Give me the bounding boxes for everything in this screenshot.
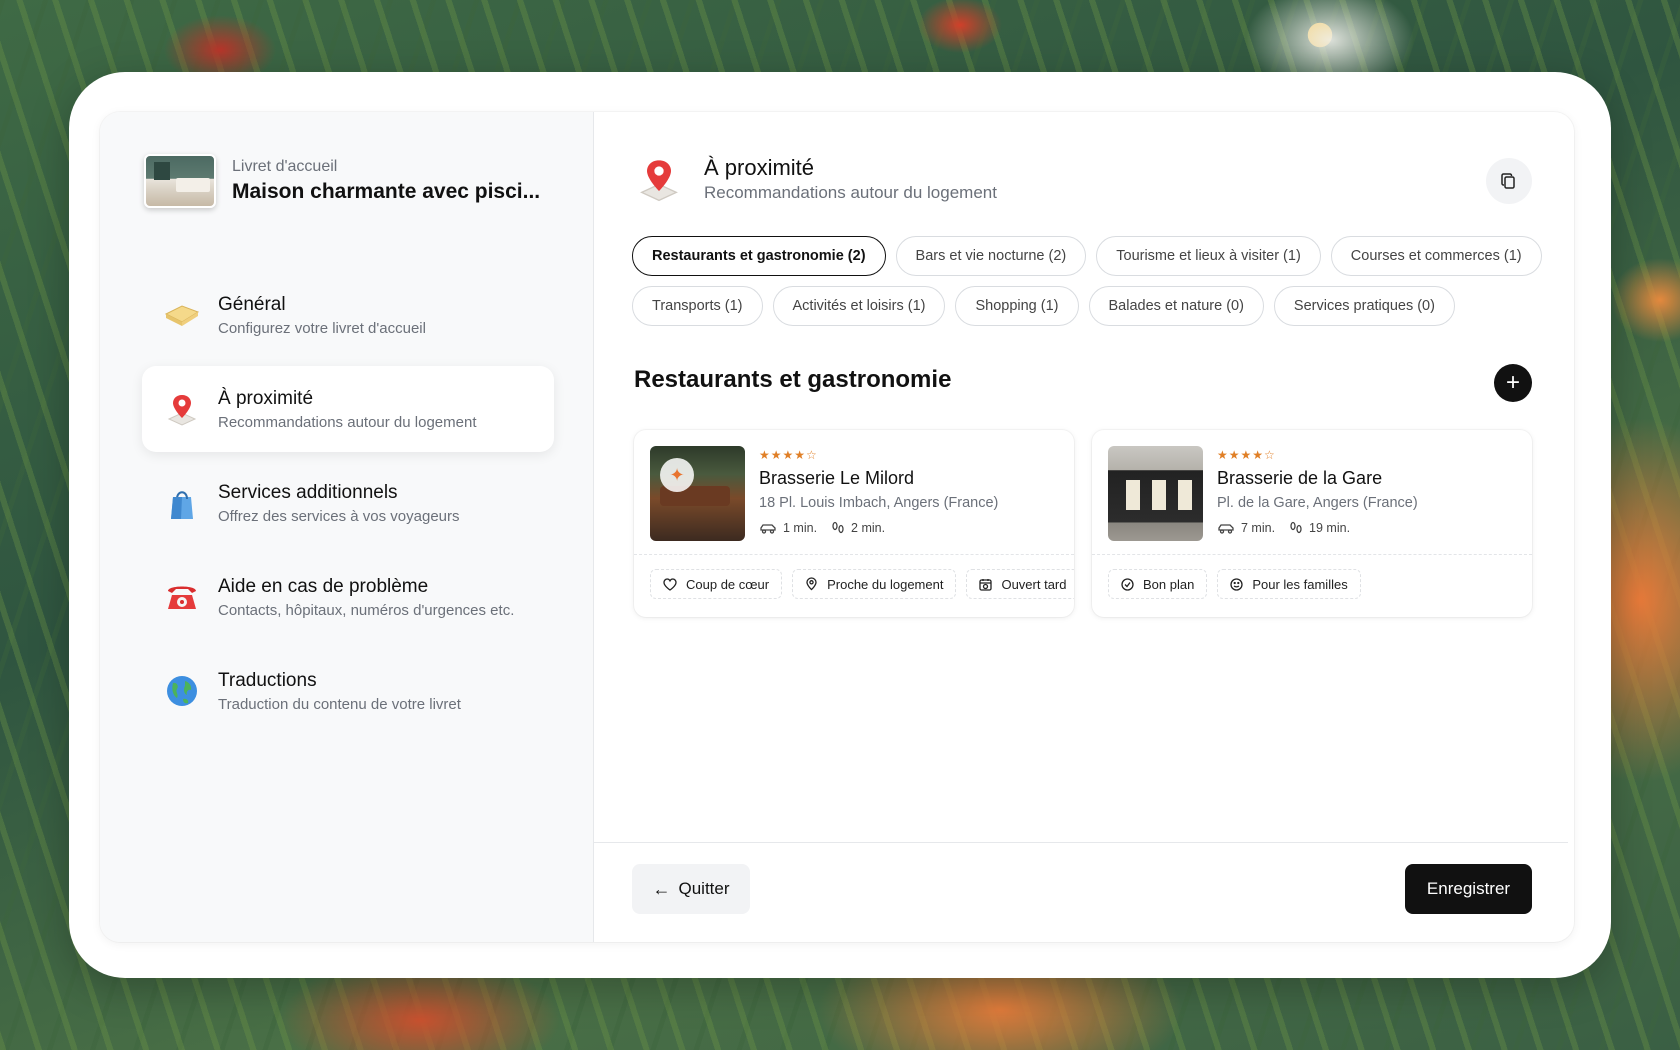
place-address: Pl. de la Gare, Angers (France) xyxy=(1217,495,1418,511)
page-header: À proximité Recommandations autour du lo… xyxy=(634,154,997,204)
sidebar-item-general[interactable]: Général Configurez votre livret d'accuei… xyxy=(142,272,554,358)
quit-label: Quitter xyxy=(678,879,730,898)
booklet-header: Livret d'accueil Maison charmante avec p… xyxy=(144,154,540,208)
sidebar-nav: Général Configurez votre livret d'accuei… xyxy=(142,272,554,742)
sidebar-item-nearby[interactable]: À proximité Recommandations autour du lo… xyxy=(142,366,554,452)
map-pin-icon xyxy=(162,389,202,429)
place-cards: ✦ ★★★★☆ Brasserie Le Milord 18 Pl. Louis… xyxy=(634,430,1532,617)
car-icon xyxy=(1218,524,1234,534)
walk-time: 19 min. xyxy=(1309,521,1351,535)
place-name: Brasserie de la Gare xyxy=(1217,468,1383,488)
sidebar-item-title: À proximité xyxy=(218,387,314,409)
heart-icon xyxy=(663,577,677,591)
footer-divider xyxy=(594,842,1568,843)
main-content: À proximité Recommandations autour du lo… xyxy=(594,112,1574,942)
shopping-bag-icon xyxy=(162,483,202,523)
sidebar-item-subtitle: Traduction du contenu de votre livret xyxy=(218,695,461,713)
car-icon xyxy=(760,524,776,534)
place-tag: Pour les familles xyxy=(1217,569,1361,599)
location-icon xyxy=(806,577,817,591)
category-chip[interactable]: Transports (1) xyxy=(632,286,763,326)
sidebar-item-subtitle: Configurez votre livret d'accueil xyxy=(218,319,426,337)
sidebar-item-subtitle: Contacts, hôpitaux, numéros d'urgences e… xyxy=(218,601,515,619)
copy-icon xyxy=(1501,173,1515,189)
save-button[interactable]: Enregistrer xyxy=(1405,864,1532,914)
category-chip[interactable]: Services pratiques (0) xyxy=(1273,286,1455,326)
place-tag: Proche du logement xyxy=(792,569,957,599)
sparkle-icon: ✦ xyxy=(660,458,694,492)
sidebar-item-subtitle: Offrez des services à vos voyageurs xyxy=(218,507,460,525)
badge-check-icon xyxy=(1121,577,1134,591)
calendar-clock-icon xyxy=(979,578,993,591)
rating-stars: ★★★★☆ xyxy=(1217,448,1276,462)
section-title: Restaurants et gastronomie xyxy=(634,366,952,393)
quit-button[interactable]: ← Quitter xyxy=(632,864,750,914)
plus-icon: + xyxy=(1505,369,1520,396)
place-tag: Bon plan xyxy=(1108,569,1208,599)
place-card[interactable]: ✦ ★★★★☆ Brasserie Le Milord 18 Pl. Louis… xyxy=(634,430,1074,617)
sidebar-item-help[interactable]: Aide en cas de problème Contacts, hôpita… xyxy=(142,554,554,640)
category-chip[interactable]: Tourisme et lieux à visiter (1) xyxy=(1096,236,1321,276)
map-pin-icon xyxy=(634,154,684,204)
car-time: 7 min. xyxy=(1241,521,1276,535)
car-time: 1 min. xyxy=(783,521,818,535)
category-chip[interactable]: Shopping (1) xyxy=(955,286,1079,326)
smile-icon xyxy=(1230,577,1243,591)
walk-time: 2 min. xyxy=(851,521,886,535)
booklet-title: Maison charmante avec pisci... xyxy=(232,180,541,203)
sidebar-item-translations[interactable]: Traductions Traduction du contenu de vot… xyxy=(142,648,554,734)
arrow-left-icon: ← xyxy=(652,878,671,899)
sidebar-item-services[interactable]: Services additionnels Offrez des service… xyxy=(142,460,554,546)
footsteps-icon xyxy=(1290,521,1302,534)
property-thumbnail xyxy=(144,154,216,208)
book-icon xyxy=(162,295,202,335)
page-title: À proximité xyxy=(704,155,815,180)
category-chips: Restaurants et gastronomie (2) Bars et v… xyxy=(632,236,1542,326)
place-tag: Ouvert tard xyxy=(966,569,1074,599)
place-photo xyxy=(1108,446,1203,541)
place-card[interactable]: ★★★★☆ Brasserie de la Gare Pl. de la Gar… xyxy=(1092,430,1532,617)
place-name: Brasserie Le Milord xyxy=(759,468,915,488)
sidebar-item-title: Services additionnels xyxy=(218,481,398,503)
place-address: 18 Pl. Louis Imbach, Angers (France) xyxy=(759,495,999,511)
footsteps-icon xyxy=(832,521,844,534)
category-chip[interactable]: Activités et loisirs (1) xyxy=(772,286,946,326)
sidebar: Livret d'accueil Maison charmante avec p… xyxy=(100,112,594,942)
add-place-button[interactable]: + xyxy=(1494,364,1532,402)
category-chip[interactable]: Balades et nature (0) xyxy=(1088,286,1264,326)
category-chip[interactable]: Bars et vie nocturne (2) xyxy=(895,236,1087,276)
place-photo: ✦ xyxy=(650,446,745,541)
sidebar-item-subtitle: Recommandations autour du logement xyxy=(218,413,477,431)
category-chip[interactable]: Courses et commerces (1) xyxy=(1330,236,1542,276)
sidebar-item-title: Traductions xyxy=(218,669,317,691)
copy-button[interactable] xyxy=(1486,158,1532,204)
sidebar-item-title: Général xyxy=(218,293,286,315)
page-subtitle: Recommandations autour du logement xyxy=(704,183,997,202)
sidebar-item-title: Aide en cas de problème xyxy=(218,575,429,597)
rating-stars: ★★★★☆ xyxy=(759,448,818,462)
globe-icon xyxy=(162,671,202,711)
editor-panel: Livret d'accueil Maison charmante avec p… xyxy=(100,112,1574,942)
category-chip[interactable]: Restaurants et gastronomie (2) xyxy=(632,236,886,276)
booklet-kicker: Livret d'accueil xyxy=(232,158,338,175)
telephone-icon xyxy=(162,577,202,617)
place-tag: Coup de cœur xyxy=(650,569,783,599)
